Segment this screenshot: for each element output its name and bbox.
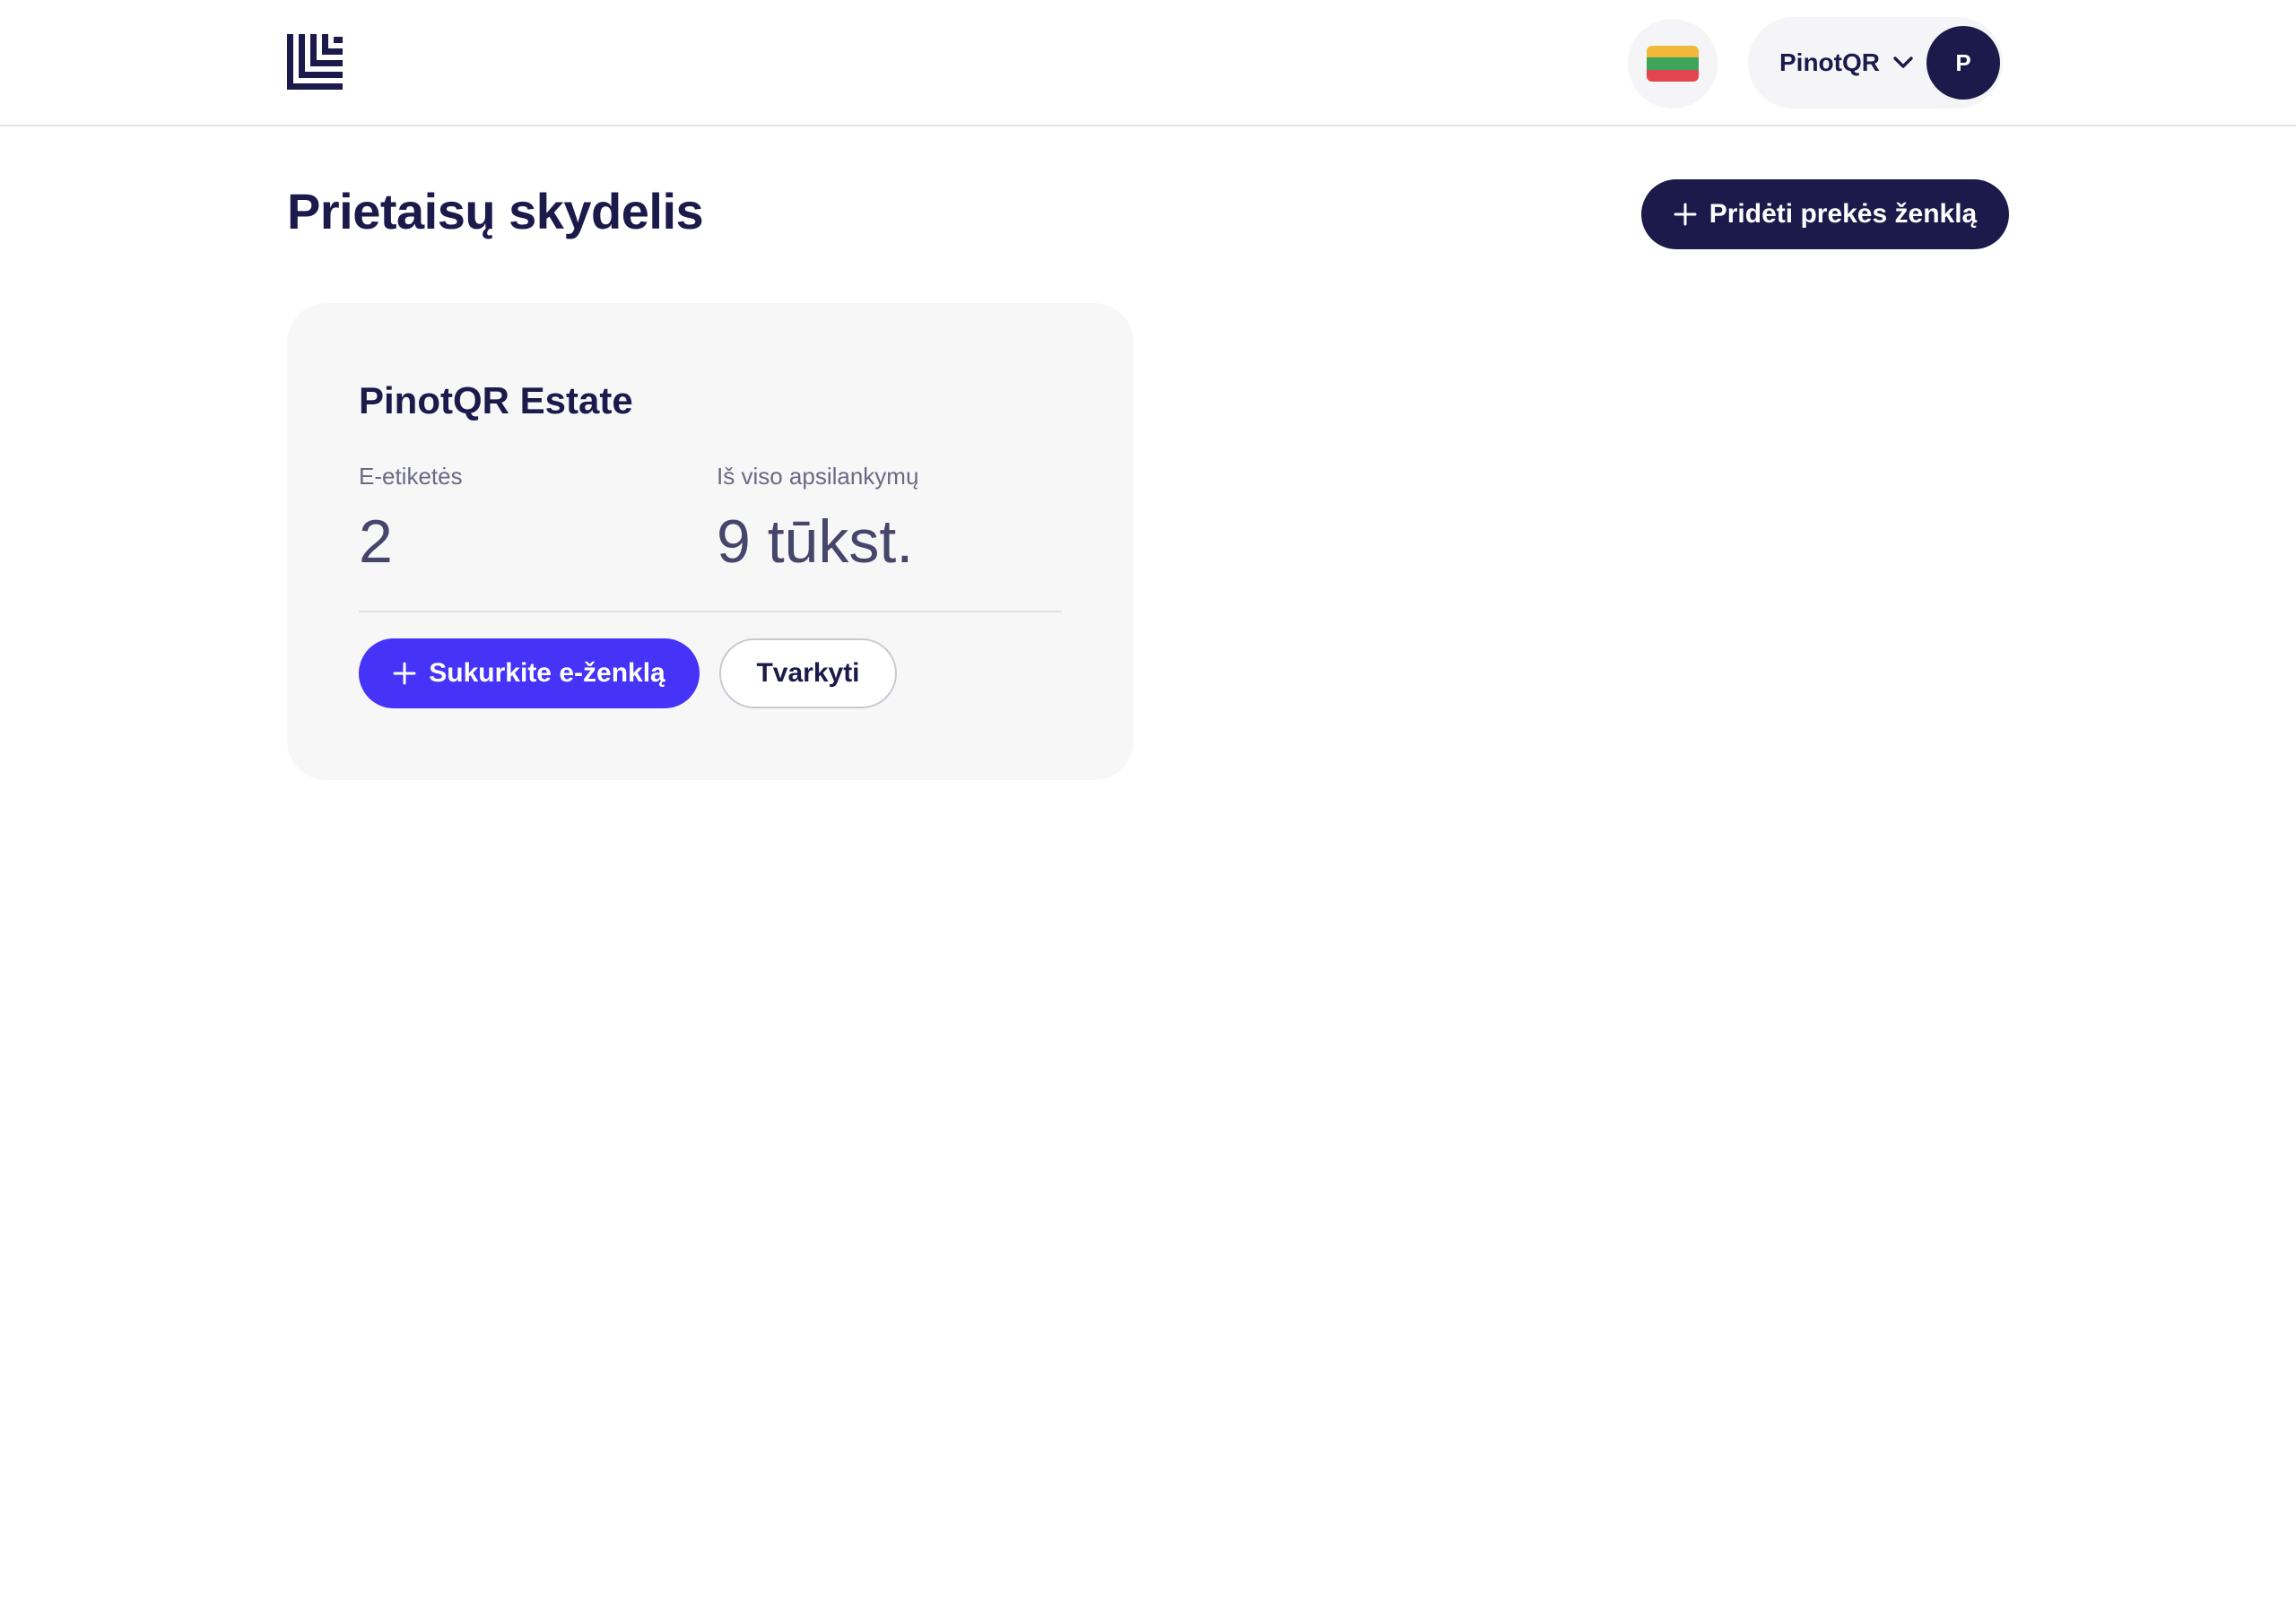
e-labels-stat-label: E-etiketės <box>359 463 463 490</box>
create-e-label-button[interactable]: Sukurkite e-ženklą <box>359 638 700 708</box>
add-brand-label: Pridėti prekės ženklą <box>1709 199 1978 229</box>
brand-name: PinotQR Estate <box>359 379 633 421</box>
total-visits-stat-value: 9 tūkst. <box>717 508 914 576</box>
add-brand-button[interactable]: Pridėti prekės ženklą <box>1641 179 2009 249</box>
lithuania-flag-icon <box>1647 46 1699 82</box>
top-navigation-bar: PinotQR P <box>0 0 2296 126</box>
account-menu-button[interactable]: PinotQR P <box>1748 17 2003 108</box>
card-divider <box>359 611 1062 612</box>
language-selector-button[interactable] <box>1628 19 1718 108</box>
manage-button[interactable]: Tvarkyti <box>719 638 897 708</box>
plus-icon <box>1674 203 1697 226</box>
e-labels-stat-value: 2 <box>359 508 393 576</box>
total-visits-stat-label: Iš viso apsilankymų <box>717 463 919 490</box>
brand-card: PinotQR Estate E-etiketės 2 Iš viso apsi… <box>287 303 1134 780</box>
manage-label: Tvarkyti <box>756 658 860 688</box>
account-name: PinotQR <box>1779 48 1880 76</box>
page-title: Prietaisų skydelis <box>287 183 704 239</box>
chevron-down-icon <box>1893 56 1913 68</box>
create-e-label-label: Sukurkite e-ženklą <box>429 658 665 688</box>
plus-icon <box>393 662 416 685</box>
avatar: P <box>1926 26 2000 100</box>
brand-logo-icon[interactable] <box>287 34 343 90</box>
